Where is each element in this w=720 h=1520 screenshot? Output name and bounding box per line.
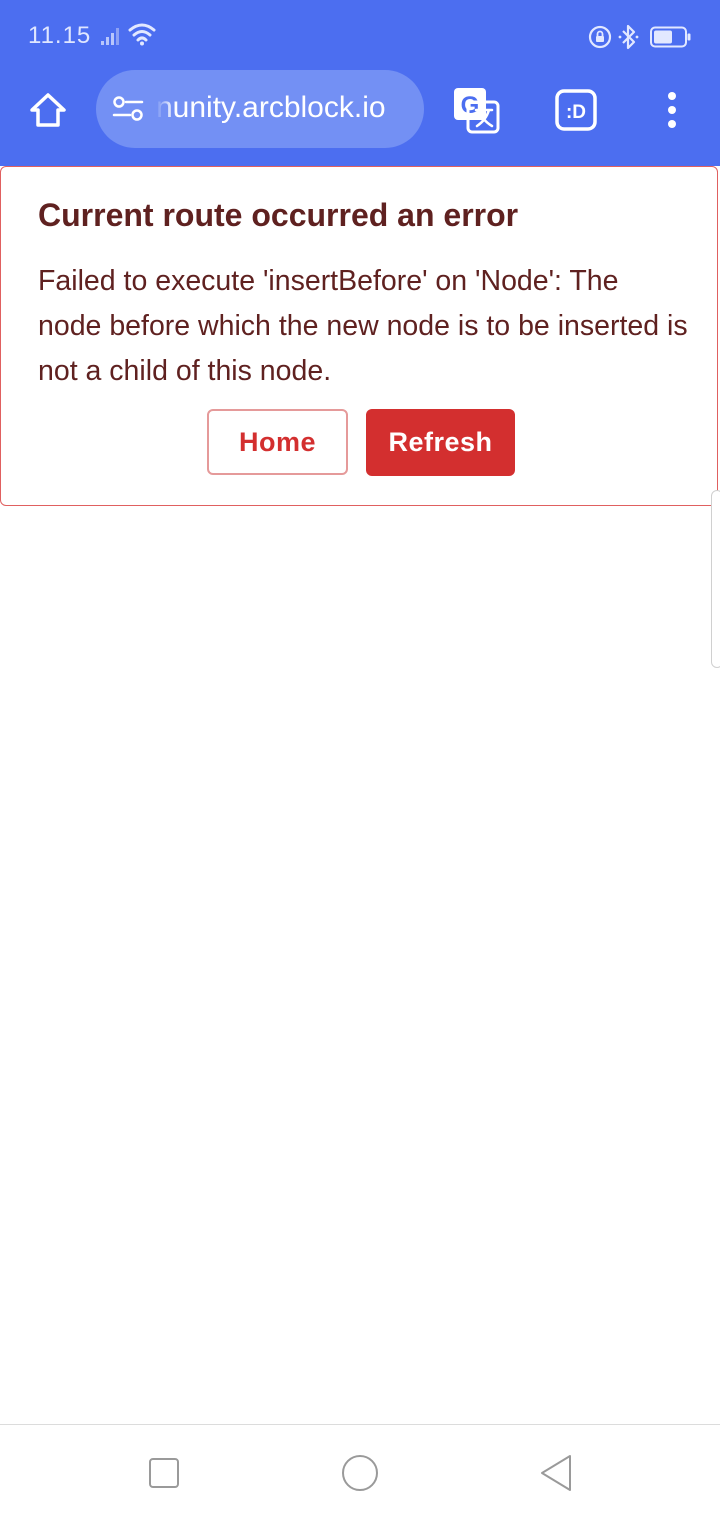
screen: 11.15 nunity.arcblock.io G:D Current ro… xyxy=(0,0,720,1520)
back-icon[interactable] xyxy=(538,1453,574,1493)
error-alert: Current route occurred an error Failed t… xyxy=(0,166,718,506)
signal-icon xyxy=(101,28,119,45)
recents-icon[interactable] xyxy=(148,1457,180,1489)
site-settings-icon[interactable] xyxy=(112,95,144,123)
home-button-outlined[interactable]: Home xyxy=(207,409,348,475)
error-message: Failed to execute 'insertBefore' on 'Nod… xyxy=(38,265,688,387)
battery-icon xyxy=(650,26,691,48)
refresh-button[interactable]: Refresh xyxy=(366,409,515,476)
browser-toolbar: nunity.arcblock.io G :D xyxy=(0,66,720,166)
more-vert-icon[interactable] xyxy=(656,88,688,132)
address-bar[interactable]: nunity.arcblock.io xyxy=(96,70,424,148)
status-bar: 11.15 xyxy=(0,0,720,66)
translate-icon[interactable]: G xyxy=(452,86,500,134)
home-icon xyxy=(30,93,66,127)
url-text[interactable]: nunity.arcblock.io xyxy=(156,88,416,128)
rotation-lock-icon xyxy=(588,25,612,49)
extension-icon[interactable]: :D xyxy=(554,88,598,132)
home-circle-icon[interactable] xyxy=(340,1453,380,1493)
status-time: 11.15 xyxy=(28,22,92,49)
wifi-icon xyxy=(128,23,156,46)
edge-panel-handle[interactable] xyxy=(711,490,720,668)
svg-text::D: :D xyxy=(566,102,586,123)
svg-text:G: G xyxy=(461,92,480,119)
system-nav-bar xyxy=(0,1424,720,1520)
bluetooth-icon xyxy=(618,24,639,50)
error-title: Current route occurred an error xyxy=(38,197,519,233)
home-button[interactable] xyxy=(24,86,72,134)
